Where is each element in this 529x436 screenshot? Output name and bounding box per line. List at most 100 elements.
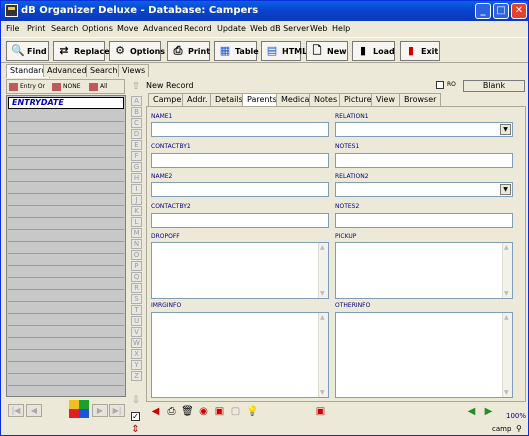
alpha-e[interactable]: E	[131, 140, 142, 150]
scroll-down-arrow-icon[interactable]: ⇩	[130, 395, 142, 407]
load-button[interactable]: ▮ Load	[352, 41, 395, 61]
relation1-select[interactable]: ▼	[335, 122, 513, 137]
alpha-checkbox[interactable]: ✓	[131, 412, 140, 421]
alpha-i[interactable]: I	[131, 184, 142, 194]
menu-search[interactable]: Search	[51, 24, 78, 33]
alpha-a[interactable]: A	[131, 96, 142, 106]
list-row	[8, 145, 124, 146]
alpha-y[interactable]: Y	[131, 360, 142, 370]
menu-web[interactable]: Web	[310, 24, 327, 33]
alpha-d[interactable]: D	[131, 129, 142, 139]
tab-view[interactable]: View	[371, 93, 400, 106]
menu-file[interactable]: File	[6, 24, 19, 33]
alpha-f[interactable]: F	[131, 151, 142, 161]
alpha-q[interactable]: Q	[131, 272, 142, 282]
alpha-s[interactable]: S	[131, 294, 142, 304]
alpha-g[interactable]: G	[131, 162, 142, 172]
alpha-b[interactable]: B	[131, 107, 142, 117]
memo-scrollbar[interactable]	[318, 243, 328, 298]
menu-web-db-server[interactable]: Web dB Server	[250, 24, 309, 33]
blank-button[interactable]: Blank	[463, 80, 525, 92]
save-record-icon[interactable]: ▣	[314, 405, 327, 418]
alpha-n[interactable]: N	[131, 239, 142, 249]
alpha-j[interactable]: J	[131, 195, 142, 205]
next-page-icon[interactable]: ▶	[482, 405, 495, 418]
alpha-r[interactable]: R	[131, 283, 142, 293]
menu-move[interactable]: Move	[117, 24, 138, 33]
alpha-c[interactable]: C	[131, 118, 142, 128]
menu-print[interactable]: Print	[27, 24, 45, 33]
notes2-field[interactable]	[335, 213, 513, 228]
sort-entry-order-button[interactable]: Entry Or	[9, 81, 45, 93]
trash-icon[interactable]: 🗑	[181, 405, 194, 418]
pickup-memo[interactable]	[335, 242, 513, 299]
maximize-button[interactable]: □	[493, 3, 509, 19]
html-button[interactable]: ▤ HTML	[261, 41, 307, 61]
lightbulb-icon[interactable]: 💡	[246, 405, 259, 418]
record-list[interactable]: ENTRYDATE	[6, 95, 126, 397]
printer-icon[interactable]: ⎙	[165, 405, 178, 418]
memo-scrollbar[interactable]	[502, 313, 512, 397]
tab-addr[interactable]: Addr.	[182, 93, 213, 106]
menu-options[interactable]: Options	[82, 24, 113, 33]
exit-button[interactable]: ▮ Exit	[400, 41, 440, 61]
notes1-field[interactable]	[335, 153, 513, 168]
list-column-header[interactable]: ENTRYDATE	[8, 97, 124, 109]
table-button[interactable]: ▦ Table	[214, 41, 259, 61]
sort-all-records-button[interactable]: All Recor	[89, 81, 124, 102]
last-record-button[interactable]: ▶|	[109, 404, 125, 417]
prev-page-icon[interactable]: ◀	[465, 405, 478, 418]
restore-icon[interactable]: ◉	[197, 405, 210, 418]
alpha-z[interactable]: Z	[131, 371, 142, 381]
alpha-p[interactable]: P	[131, 261, 142, 271]
replace-button[interactable]: ⇄ Replace	[53, 41, 110, 61]
otherinfo-memo[interactable]	[335, 312, 513, 398]
alpha-k[interactable]: K	[131, 206, 142, 216]
scroll-up-arrow-icon[interactable]: ⇧	[130, 81, 142, 93]
tab-browser[interactable]: Browser	[399, 93, 442, 106]
red-updown-arrow-icon[interactable]: ⇕	[131, 424, 140, 435]
tab-views[interactable]: Views	[118, 64, 150, 77]
dropoff-memo[interactable]	[151, 242, 329, 299]
next-record-button[interactable]: ▶	[92, 404, 108, 417]
sort-none-button[interactable]: NONE	[52, 81, 81, 93]
alpha-o[interactable]: O	[131, 250, 142, 260]
memo-scrollbar[interactable]	[318, 313, 328, 397]
menu-help[interactable]: Help	[332, 24, 350, 33]
copy-record-icon[interactable]: ▣	[213, 405, 226, 418]
minimize-button[interactable]: _	[475, 3, 491, 19]
menu-advanced[interactable]: Advanced	[143, 24, 183, 33]
alpha-l[interactable]: L	[131, 217, 142, 227]
name1-field[interactable]	[151, 122, 329, 137]
alpha-u[interactable]: U	[131, 316, 142, 326]
alpha-v[interactable]: V	[131, 327, 142, 337]
first-record-button[interactable]: |◀	[8, 404, 24, 417]
print-button[interactable]: ⎙ Print	[167, 41, 210, 61]
back-arrow-icon[interactable]: ◀	[149, 405, 162, 418]
alpha-h[interactable]: H	[131, 173, 142, 183]
paste-record-icon[interactable]: ▢	[229, 405, 242, 418]
chevron-down-icon[interactable]: ▼	[500, 124, 511, 135]
close-button[interactable]: ✕	[511, 3, 527, 19]
menu-record[interactable]: Record	[184, 24, 212, 33]
menu-update[interactable]: Update	[217, 24, 246, 33]
tab-advanced[interactable]: Advanced	[43, 64, 91, 77]
relation2-select[interactable]: ▼	[335, 182, 513, 197]
options-button[interactable]: ⚙ Options	[109, 41, 165, 61]
contactby1-field[interactable]	[151, 153, 329, 168]
alpha-m[interactable]: M	[131, 228, 142, 238]
imrginfo-memo[interactable]	[151, 312, 329, 398]
prev-record-button[interactable]: ◀	[26, 404, 42, 417]
alpha-t[interactable]: T	[131, 305, 142, 315]
tab-notes[interactable]: Notes	[309, 93, 343, 106]
find-button[interactable]: 🔍 Find	[6, 41, 49, 61]
tab-search[interactable]: Search	[86, 64, 122, 77]
chevron-down-icon[interactable]: ▼	[500, 184, 511, 195]
alpha-x[interactable]: X	[131, 349, 142, 359]
contactby2-field[interactable]	[151, 213, 329, 228]
read-only-checkbox[interactable]	[436, 81, 444, 89]
new-button[interactable]: 🗋 New	[306, 41, 348, 61]
memo-scrollbar[interactable]	[502, 243, 512, 298]
alpha-w[interactable]: W	[131, 338, 142, 348]
name2-field[interactable]	[151, 182, 329, 197]
